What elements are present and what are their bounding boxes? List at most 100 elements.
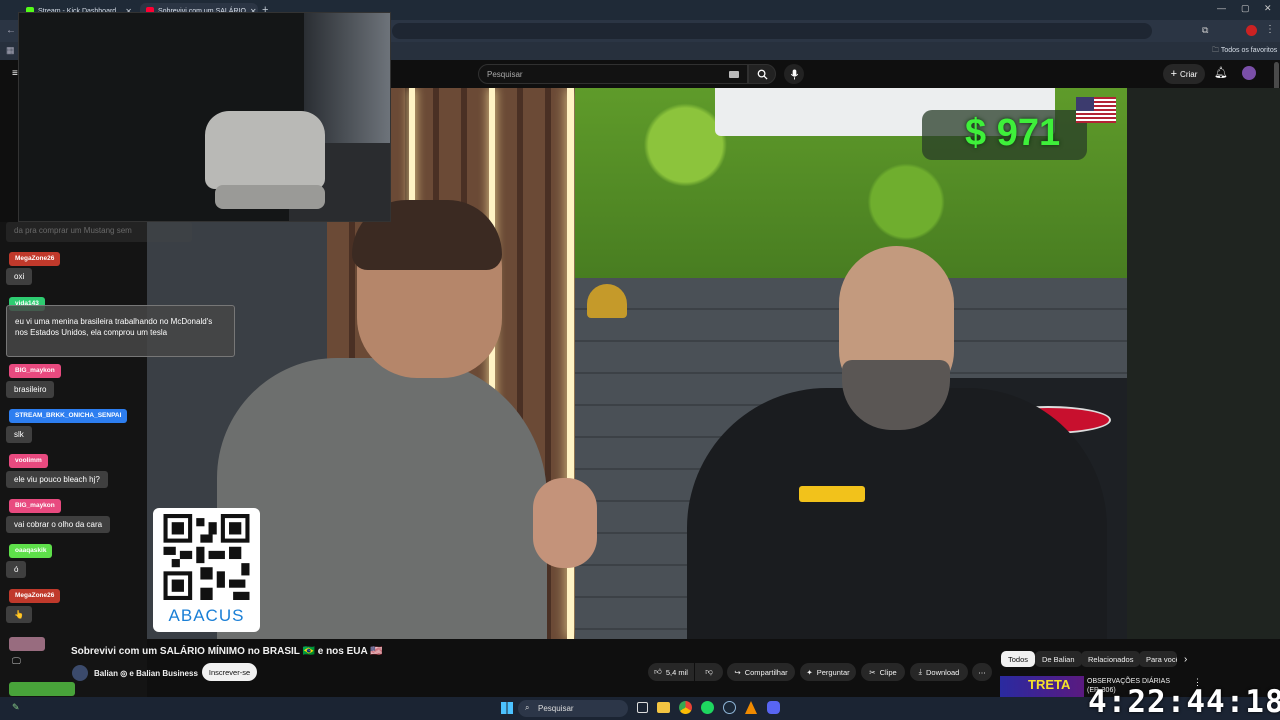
discord-icon[interactable] [767,701,780,714]
share-button[interactable]: ↪ Compartilhar [727,663,795,681]
taskbar-search[interactable]: ⌕ Pesquisar [518,700,628,717]
chip-from-channel[interactable]: De Balian [1035,651,1082,667]
like-count: 5,4 mil [665,667,688,677]
tray-icon[interactable]: 🖵︎ [12,656,28,670]
chat-username: BIG_maykon [9,364,61,378]
chat-username: oaaqaskik [9,544,53,558]
more-actions-button[interactable]: ⋯ [972,663,992,681]
search-placeholder: Pesquisar [487,70,523,79]
chevron-right-icon[interactable]: › [1184,654,1187,665]
bookmarks-folder[interactable]: 🗀 Todos os favoritos [1212,46,1277,57]
avatar[interactable] [1242,66,1256,80]
voice-search-button[interactable] [784,64,804,84]
keyboard-icon[interactable] [729,71,739,78]
price-text: $ 971 [965,112,1061,154]
taskbar-search-placeholder: Pesquisar [538,704,574,713]
task-view-icon[interactable] [637,702,648,713]
file-explorer-icon[interactable] [657,702,670,713]
chair-seat [215,185,325,209]
chat-username: BIG_maykon [9,499,61,513]
close-window-icon[interactable]: ✕ [1264,3,1272,14]
create-button[interactable]: + Criar [1163,64,1205,84]
qr-code [163,514,250,600]
search-button[interactable] [748,64,776,84]
steam-icon[interactable] [723,701,736,714]
chat-username: STREAM_BRKK_ONICHA_SENPAI [9,409,128,423]
bell-icon [587,284,627,318]
suggested-thumbnail[interactable]: TRETA [1000,676,1084,697]
plus-icon: + [1170,68,1178,80]
sparkle-icon: ✦ [806,667,813,677]
chip-all[interactable]: Todos [1001,651,1036,667]
vlc-icon[interactable] [745,701,757,714]
create-label: Criar [1180,69,1198,79]
webcam-overlay [18,12,391,222]
stream-timer: 4:22:44:18 [1088,684,1280,720]
subscribe-label: Inscrever-se [208,667,251,677]
windows-start-icon[interactable] [501,702,513,714]
apps-icon[interactable]: ▦ [6,45,15,56]
ask-button[interactable]: ✦ Perguntar [800,663,856,681]
dislike-button[interactable]: 👎︎ [695,663,723,681]
download-icon: ⤓ [918,667,922,676]
thumbs-up-icon: 👍︎ [654,667,662,676]
profile-avatar[interactable] [1246,25,1257,36]
address-bar[interactable] [392,23,1152,39]
qr-brand-label: ABACUS [168,606,245,625]
share-icon: ↪ [734,667,741,677]
chip-related[interactable]: Relacionados [1081,651,1141,667]
office-chair [205,111,325,189]
chat-message: ó [6,561,27,578]
download-label: Download [925,667,960,677]
hamburger-icon[interactable]: ≡ [12,68,18,79]
qr-code-panel: ABACUS [153,508,260,632]
ask-label: Perguntar [816,667,850,677]
notifications-icon[interactable]: 🔔︎ [1214,66,1228,79]
channel-avatar[interactable] [72,665,88,681]
extensions-icon[interactable]: ⧉ [1202,25,1208,36]
chip-for-you[interactable]: Para você [1139,651,1177,667]
search-icon [757,69,768,80]
channel-name[interactable]: Balian ◎ e Balian Business [94,669,198,678]
person-left-hand [533,478,597,568]
chat-message: ele viu pouco bleach hj? [6,471,108,488]
share-label: Compartilhar [744,667,788,677]
maximize-icon[interactable]: ▢ [1241,3,1250,14]
person-left-jacket [217,358,547,639]
chat-message: oxi [6,268,33,285]
chat-username: MegaZone26 [9,589,61,603]
tray-icon[interactable]: ✎ [12,702,28,716]
menu-icon[interactable]: ⋮ [1265,24,1275,35]
download-button[interactable]: ⤓ Download [910,663,968,681]
minimize-icon[interactable]: — [1217,3,1226,13]
like-button[interactable]: 👍︎ 5,4 mil [648,663,694,681]
back-icon[interactable]: ← [6,25,16,36]
search-icon: ⌕ [525,703,530,712]
chat-message: eu vi uma menina brasileira trabalhando … [6,305,235,357]
chat-username: voolimm [9,454,48,468]
chat-username-faded [9,637,45,651]
chrome-icon[interactable] [679,701,692,714]
video-title: Sobrevivi com um SALÁRIO MÍNIMO no BRASI… [71,646,383,657]
right-background [1127,88,1280,639]
chat-message: vai cobrar o olho da cara [6,516,111,533]
microphone-icon [790,68,798,80]
search-input[interactable]: Pesquisar [478,64,748,84]
chat-message-faded: da pra comprar um Mustang sem [6,222,192,242]
chat-message: slk [6,426,32,443]
scissors-icon: ✂ [869,667,876,677]
folder-icon: 🗀 [1212,47,1219,54]
shirt-logo [799,486,865,502]
thumbs-down-icon: 👎︎ [705,667,713,676]
chat-message: 👆 [6,606,32,623]
chat-message: brasileiro [6,381,55,398]
more-icon: ⋯ [978,667,986,677]
bookmarks-label: Todos os favoritos [1220,47,1278,54]
chat-username-faded [9,682,75,696]
subscribe-button[interactable]: Inscrever-se [202,663,257,681]
thumbnail-text: TRETA [1028,677,1071,692]
clip-button[interactable]: ✂ Clipe [861,663,905,681]
spotify-icon[interactable] [701,701,714,714]
clip-label: Clipe [879,667,897,677]
chat-username: MegaZone26 [9,252,61,266]
